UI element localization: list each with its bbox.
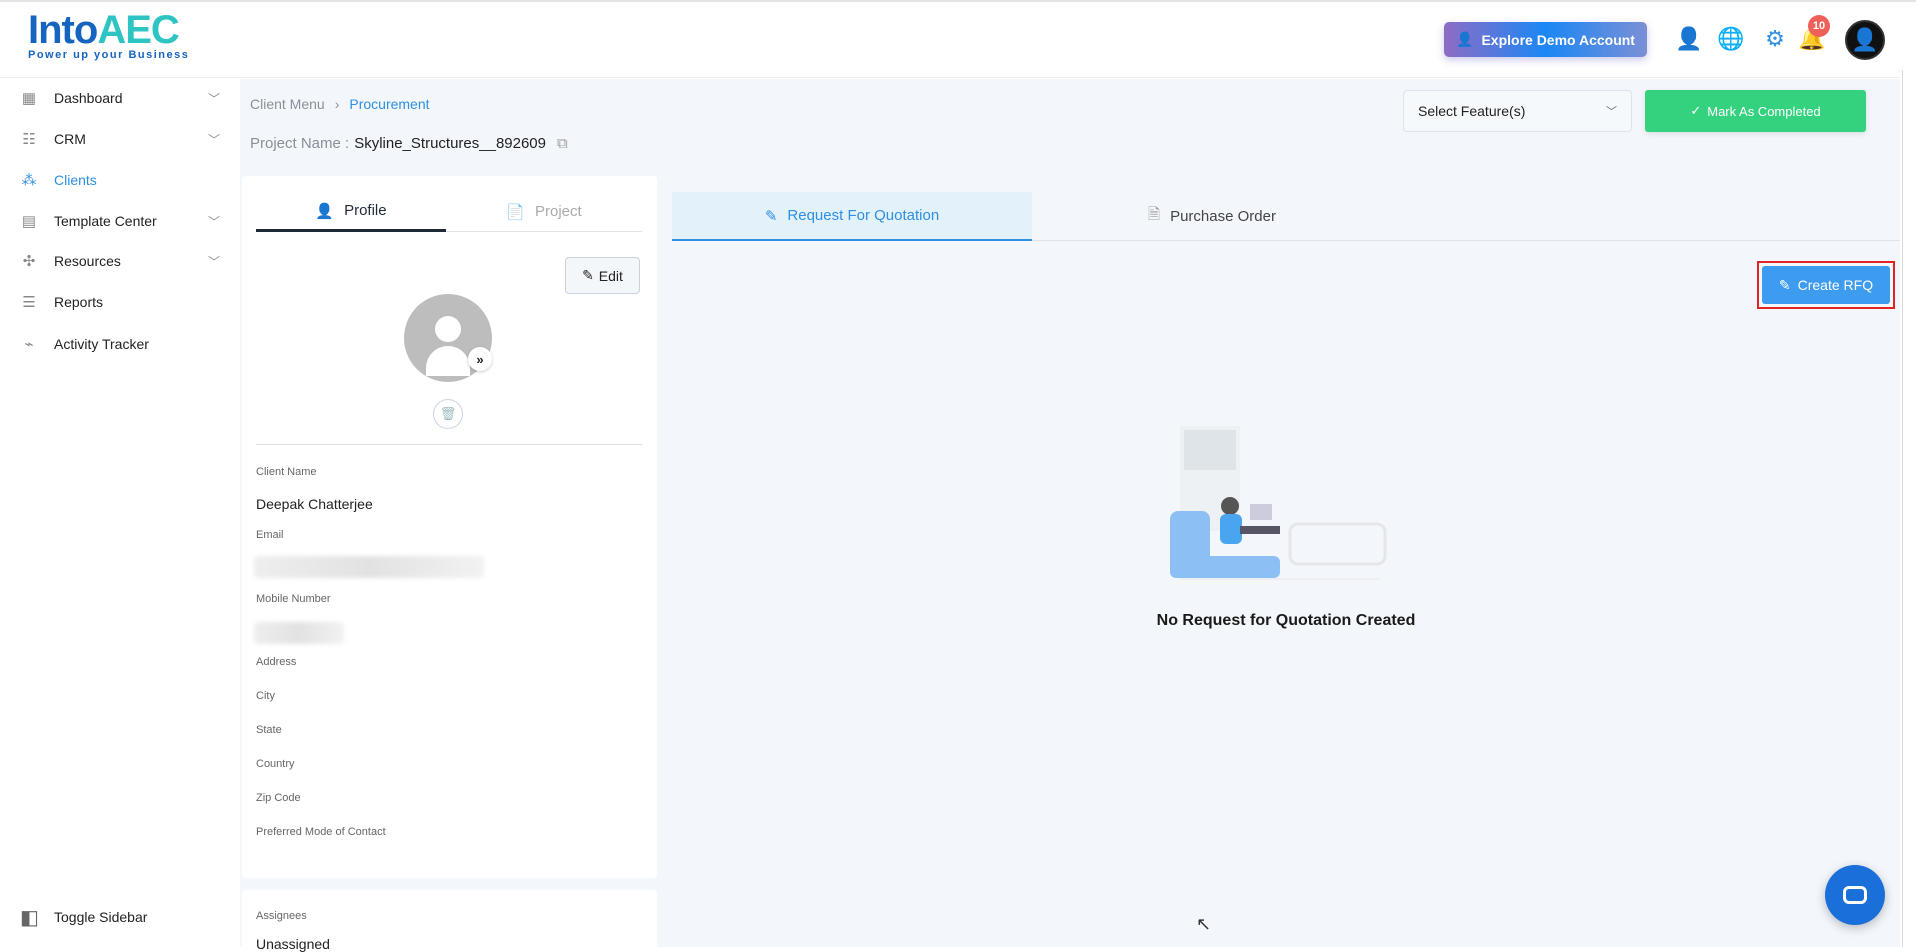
country-label: Country	[256, 758, 295, 770]
explore-demo-button[interactable]: 👤 Explore Demo Account	[1444, 22, 1647, 57]
edit-icon: ✎	[764, 207, 778, 225]
sidebar-item-crm[interactable]: ☷ CRM ﹀	[20, 124, 220, 154]
empty-state-message: No Request for Quotation Created	[1156, 612, 1416, 629]
user-icon: 👤	[1456, 31, 1474, 47]
chat-button[interactable]	[1825, 865, 1885, 925]
chevron-down-icon: ﹀	[207, 254, 220, 269]
breadcrumb-client-menu[interactable]: Client Menu	[250, 96, 325, 112]
activity-icon: ⌁	[24, 336, 34, 353]
copy-icon[interactable]: ⧉	[557, 135, 568, 152]
tab-profile[interactable]: 👤 Profile	[256, 192, 446, 232]
tab-project[interactable]: 📄 Project	[446, 192, 642, 232]
assignees-label: Assignees	[256, 910, 307, 922]
empty-state-illustration	[1170, 426, 1387, 580]
sidebar-toggle-icon: ◧	[20, 906, 39, 929]
city-label: City	[256, 690, 275, 702]
breadcrumb-procurement[interactable]: Procurement	[349, 96, 429, 112]
sidebar-item-template-center[interactable]: ▤ Template Center ﹀	[20, 206, 220, 236]
user-icon: 👤	[315, 202, 335, 220]
client-name-label: Client Name	[256, 466, 317, 478]
mobile-value-redacted	[254, 622, 344, 644]
toggle-sidebar-button[interactable]: ◧ Toggle Sidebar	[20, 902, 220, 932]
gear-icon[interactable]: ⚙	[1762, 26, 1788, 52]
chevron-down-icon: ﹀	[207, 132, 220, 147]
create-rfq-highlight: ✎ Create RFQ	[1757, 261, 1895, 309]
mark-completed-button[interactable]: ✓ Mark As Completed	[1645, 90, 1866, 132]
assignees-card: Assignees Unassigned	[242, 890, 657, 952]
create-rfq-button[interactable]: ✎ Create RFQ	[1762, 266, 1890, 304]
sidebar-item-clients[interactable]: ⁂ Clients	[20, 165, 220, 195]
logo[interactable]: IntoAEC Power up your Business	[28, 8, 189, 61]
chevron-down-icon: ﹀	[207, 91, 220, 106]
profile-card: 👤 Profile 📄 Project ✎ Edit » 🗑 Client Name …	[242, 176, 657, 878]
client-name-value: Deepak Chatterjee	[256, 496, 373, 512]
feature-select[interactable]: Select Feature(s) ﹀	[1403, 90, 1632, 132]
sidebar-item-activity-tracker[interactable]: ⌁ Activity Tracker	[20, 329, 220, 359]
dashboard-icon: ▦	[21, 90, 37, 107]
edit-button[interactable]: ✎ Edit	[565, 257, 640, 294]
project-name: Project Name : Skyline_Structures__89260…	[250, 135, 568, 152]
mobile-label: Mobile Number	[256, 593, 331, 605]
procurement-panel: ✎ Request For Quotation 🗎 Purchase Order ✎…	[672, 176, 1900, 947]
mouse-cursor: ↖	[1196, 914, 1212, 934]
tab-request-for-quotation[interactable]: ✎ Request For Quotation	[672, 192, 1032, 241]
sidebar-item-resources[interactable]: ✣ Resources ﹀	[20, 246, 220, 276]
notification-badge: 10	[1808, 15, 1830, 37]
template-icon: ▤	[21, 213, 37, 230]
sidebar-item-reports[interactable]: ☰ Reports	[20, 287, 220, 317]
globe-icon[interactable]: 🌐	[1717, 26, 1744, 52]
avatar[interactable]: 👤	[1845, 20, 1885, 60]
clients-icon: ⁂	[21, 172, 37, 189]
email-label: Email	[256, 529, 284, 541]
state-label: State	[256, 724, 282, 736]
chat-icon	[1843, 886, 1867, 904]
document-icon: 📄	[506, 203, 525, 221]
logo-tagline: Power up your Business	[28, 49, 190, 61]
scrollbar[interactable]	[1902, 70, 1916, 947]
sidebar-item-dashboard[interactable]: ▦ Dashboard ﹀	[20, 83, 220, 113]
address-label: Address	[256, 656, 297, 668]
chevron-right-icon: ›	[334, 96, 340, 112]
assignees-value: Unassigned	[256, 936, 330, 952]
trash-icon[interactable]: 🗑	[433, 399, 463, 429]
crm-icon: ☷	[22, 131, 36, 148]
add-user-icon[interactable]: 👤	[1675, 26, 1702, 52]
sidebar: ▦ Dashboard ﹀ ☷ CRM ﹀ ⁂ Clients ▤ Template Cen…	[0, 79, 240, 947]
edit-icon: ✎	[1778, 276, 1791, 293]
breadcrumb: Client Menu › Procurement	[250, 96, 430, 112]
document-icon: 🗎	[1148, 205, 1161, 223]
divider	[256, 444, 642, 445]
check-icon: ✓	[1690, 103, 1702, 118]
reports-icon: ☰	[22, 294, 36, 311]
resources-icon: ✣	[22, 253, 36, 270]
contact-mode-label: Preferred Mode of Contact	[256, 826, 386, 838]
email-value-redacted	[254, 556, 484, 578]
zip-label: Zip Code	[256, 792, 301, 804]
pencil-icon: ✎	[582, 267, 594, 283]
chevron-down-icon: ﹀	[1606, 106, 1617, 118]
tab-purchase-order[interactable]: 🗎 Purchase Order	[1032, 192, 1392, 240]
chevron-down-icon: ﹀	[207, 214, 220, 229]
expand-icon[interactable]: »	[468, 347, 492, 371]
